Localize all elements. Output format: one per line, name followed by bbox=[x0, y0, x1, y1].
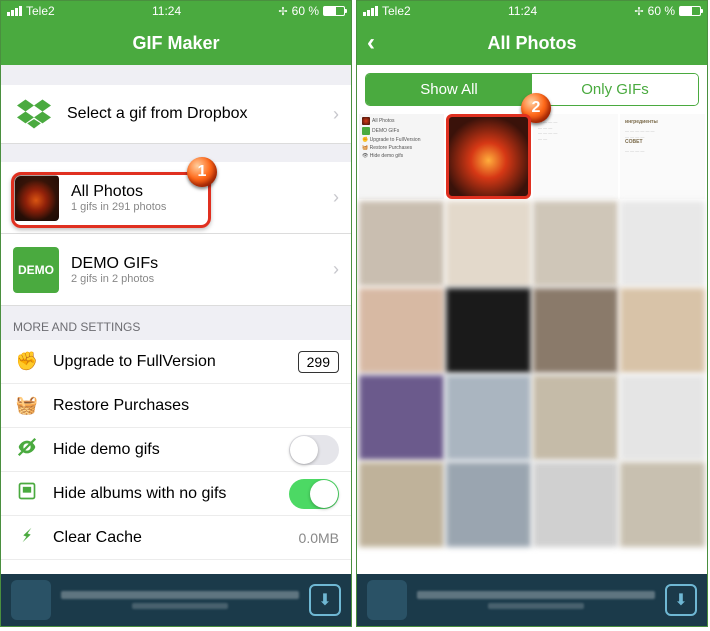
basket-icon: 🧺 bbox=[13, 395, 41, 416]
grid-tile[interactable] bbox=[446, 288, 531, 373]
screen-gif-maker: Tele2 11:24 ✢ 60 % GIF Maker Select a gi… bbox=[0, 0, 352, 627]
upgrade-label: Upgrade to FullVersion bbox=[53, 353, 298, 371]
broom-icon bbox=[13, 524, 41, 551]
ad-text bbox=[417, 591, 655, 609]
section-more-settings: MORE AND SETTINGS bbox=[1, 306, 351, 340]
page-title: All Photos bbox=[488, 33, 577, 54]
status-bar: Tele2 11:24 ✢ 60 % bbox=[1, 1, 351, 21]
upgrade-row[interactable]: ✊ Upgrade to FullVersion 299 bbox=[1, 340, 351, 384]
ad-banner[interactable]: ⬇ bbox=[1, 574, 351, 626]
grid-tile[interactable] bbox=[620, 288, 705, 373]
photo-grid: All Photos DEMO GIFs ✊ Upgrade to FullVe… bbox=[357, 114, 707, 547]
battery-pct: 60 % bbox=[292, 4, 319, 18]
signal-icon bbox=[7, 6, 22, 16]
all-photos-row[interactable]: All Photos 1 gifs in 291 photos › bbox=[1, 162, 351, 234]
grid-tile[interactable]: ингредиенты— — — — — —— — — —COBET— — — … bbox=[620, 114, 705, 199]
battery-icon bbox=[679, 6, 701, 16]
hide-empty-label: Hide albums with no gifs bbox=[53, 485, 289, 503]
carrier-label: Tele2 bbox=[382, 4, 411, 18]
hide-empty-switch[interactable] bbox=[289, 479, 339, 509]
album-thumb-icon bbox=[13, 175, 59, 221]
chevron-right-icon: › bbox=[333, 187, 339, 208]
screen-all-photos: Tele2 11:24 ✢ 60 % ‹ All Photos Show All… bbox=[356, 0, 708, 627]
ad-text bbox=[61, 591, 299, 609]
hide-demo-label: Hide demo gifs bbox=[53, 441, 289, 459]
battery-pct: 60 % bbox=[648, 4, 675, 18]
bluetooth-icon: ✢ bbox=[278, 5, 287, 18]
grid-tile[interactable] bbox=[620, 375, 705, 460]
bluetooth-icon: ✢ bbox=[634, 5, 643, 18]
nav-header: GIF Maker bbox=[1, 21, 351, 65]
battery-icon bbox=[323, 6, 345, 16]
grid-tile[interactable] bbox=[359, 288, 444, 373]
restore-row[interactable]: 🧺 Restore Purchases bbox=[1, 384, 351, 428]
all-photos-subtitle: 1 gifs in 291 photos bbox=[71, 201, 166, 213]
back-button[interactable]: ‹ bbox=[367, 31, 375, 55]
clear-cache-label: Clear Cache bbox=[53, 529, 299, 547]
grid-tile-selected[interactable] bbox=[446, 114, 531, 199]
grid-tile[interactable] bbox=[533, 288, 618, 373]
grid-tile[interactable] bbox=[533, 375, 618, 460]
status-bar: Tele2 11:24 ✢ 60 % bbox=[357, 1, 707, 21]
page-title: GIF Maker bbox=[132, 33, 219, 54]
grid-tile[interactable] bbox=[446, 201, 531, 286]
clock: 11:24 bbox=[508, 4, 537, 18]
all-photos-title: All Photos bbox=[71, 183, 166, 201]
ad-download-icon[interactable]: ⬇ bbox=[665, 584, 697, 616]
clear-cache-row[interactable]: Clear Cache 0.0MB bbox=[1, 516, 351, 560]
dropbox-row[interactable]: Select a gif from Dropbox › bbox=[1, 85, 351, 144]
clock: 11:24 bbox=[152, 4, 181, 18]
ad-banner[interactable]: ⬇ bbox=[357, 574, 707, 626]
demo-title: DEMO GIFs bbox=[71, 255, 158, 273]
carrier-label: Tele2 bbox=[26, 4, 55, 18]
ad-thumb-icon bbox=[367, 580, 407, 620]
hide-demo-switch[interactable] bbox=[289, 435, 339, 465]
ad-download-icon[interactable]: ⬇ bbox=[309, 584, 341, 616]
grid-tile[interactable] bbox=[359, 201, 444, 286]
dropbox-label: Select a gif from Dropbox bbox=[67, 105, 248, 123]
demo-subtitle: 2 gifs in 2 photos bbox=[71, 273, 158, 285]
grid-tile[interactable] bbox=[620, 201, 705, 286]
chevron-right-icon: › bbox=[333, 104, 339, 125]
grid-tile[interactable] bbox=[446, 375, 531, 460]
clear-cache-value: 0.0MB bbox=[299, 530, 339, 546]
restore-label: Restore Purchases bbox=[53, 397, 339, 415]
ad-thumb-icon bbox=[11, 580, 51, 620]
grid-tile[interactable] bbox=[620, 462, 705, 547]
dropbox-icon bbox=[13, 93, 55, 135]
fist-icon: ✊ bbox=[13, 351, 41, 372]
grid-tile[interactable] bbox=[533, 462, 618, 547]
seg-show-all[interactable]: Show All bbox=[366, 74, 532, 105]
nav-header: ‹ All Photos bbox=[357, 21, 707, 65]
seg-only-gifs[interactable]: Only GIFs bbox=[532, 74, 698, 105]
grid-tile[interactable] bbox=[359, 462, 444, 547]
grid-tile[interactable]: All Photos DEMO GIFs ✊ Upgrade to FullVe… bbox=[359, 114, 444, 199]
grid-tile[interactable]: — — — —— — —— — — —— — bbox=[533, 114, 618, 199]
main-list: Select a gif from Dropbox › All Photos 1… bbox=[1, 65, 351, 604]
grid-tile[interactable] bbox=[359, 375, 444, 460]
eye-off-icon bbox=[13, 436, 41, 463]
grid-tile[interactable] bbox=[533, 201, 618, 286]
demo-badge-icon: DEMO bbox=[13, 247, 59, 293]
demo-gifs-row[interactable]: DEMO DEMO GIFs 2 gifs in 2 photos › bbox=[1, 234, 351, 306]
segmented-control[interactable]: Show All Only GIFs bbox=[365, 73, 699, 106]
album-hide-icon bbox=[13, 481, 41, 506]
hide-demo-row[interactable]: Hide demo gifs bbox=[1, 428, 351, 472]
grid-tile[interactable] bbox=[446, 462, 531, 547]
signal-icon bbox=[363, 6, 378, 16]
chevron-right-icon: › bbox=[333, 259, 339, 280]
hide-empty-row[interactable]: Hide albums with no gifs bbox=[1, 472, 351, 516]
upgrade-price[interactable]: 299 bbox=[298, 351, 339, 373]
